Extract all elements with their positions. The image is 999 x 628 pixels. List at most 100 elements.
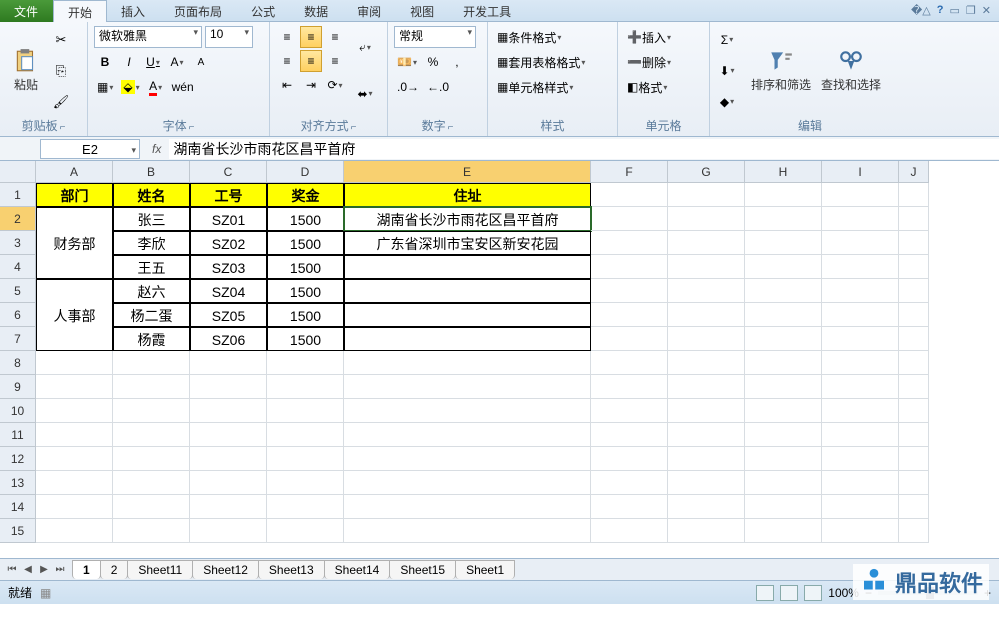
cell-H13[interactable] bbox=[745, 471, 822, 495]
sheet-tab-Sheet14[interactable]: Sheet14 bbox=[324, 560, 391, 579]
cell-F6[interactable] bbox=[591, 303, 668, 327]
col-header-G[interactable]: G bbox=[668, 161, 745, 183]
align-top-icon[interactable]: ≡ bbox=[276, 26, 298, 48]
cell-I5[interactable] bbox=[822, 279, 899, 303]
cell-J6[interactable] bbox=[899, 303, 929, 327]
tab-nav-prev-icon[interactable]: ◀ bbox=[20, 564, 36, 575]
cut-icon[interactable]: ✂ bbox=[50, 30, 72, 50]
border-button[interactable]: ▦ bbox=[94, 76, 116, 98]
cell-D9[interactable] bbox=[267, 375, 344, 399]
cell-B8[interactable] bbox=[113, 351, 190, 375]
cell-A11[interactable] bbox=[36, 423, 113, 447]
cell-style-button[interactable]: ▦ 单元格样式 bbox=[494, 76, 576, 98]
row-header-1[interactable]: 1 bbox=[0, 183, 36, 207]
row-header-15[interactable]: 15 bbox=[0, 519, 36, 543]
cell-D3[interactable]: 1500 bbox=[267, 231, 344, 255]
format-cells-button[interactable]: ◧ 格式 bbox=[624, 76, 670, 98]
number-format-select[interactable]: 常规 bbox=[394, 26, 476, 48]
cell-E6[interactable] bbox=[344, 303, 591, 327]
cell-F12[interactable] bbox=[591, 447, 668, 471]
cell-H7[interactable] bbox=[745, 327, 822, 351]
cell-F3[interactable] bbox=[591, 231, 668, 255]
cell-A10[interactable] bbox=[36, 399, 113, 423]
cell-C15[interactable] bbox=[190, 519, 267, 543]
tab-view[interactable]: 视图 bbox=[396, 0, 449, 22]
cell-J13[interactable] bbox=[899, 471, 929, 495]
cell-I10[interactable] bbox=[822, 399, 899, 423]
cell-E14[interactable] bbox=[344, 495, 591, 519]
cell-C3[interactable]: SZ02 bbox=[190, 231, 267, 255]
sheet-tab-Sheet1[interactable]: Sheet1 bbox=[455, 560, 515, 579]
cell-D5[interactable]: 1500 bbox=[267, 279, 344, 303]
cell-I2[interactable] bbox=[822, 207, 899, 231]
cell-A8[interactable] bbox=[36, 351, 113, 375]
italic-button[interactable]: I bbox=[118, 51, 140, 73]
cell-J11[interactable] bbox=[899, 423, 929, 447]
tab-nav-first-icon[interactable]: ⏮ bbox=[4, 564, 20, 575]
cell-C6[interactable]: SZ05 bbox=[190, 303, 267, 327]
cell-J12[interactable] bbox=[899, 447, 929, 471]
cell-E11[interactable] bbox=[344, 423, 591, 447]
cell-J4[interactable] bbox=[899, 255, 929, 279]
cell-H5[interactable] bbox=[745, 279, 822, 303]
cell-D2[interactable]: 1500 bbox=[267, 207, 344, 231]
cell-H14[interactable] bbox=[745, 495, 822, 519]
increase-indent-icon[interactable]: ⇥ bbox=[300, 74, 322, 96]
cell-F5[interactable] bbox=[591, 279, 668, 303]
cell-C13[interactable] bbox=[190, 471, 267, 495]
col-header-E[interactable]: E bbox=[344, 161, 591, 183]
cell-A2[interactable]: 财务部 bbox=[36, 207, 113, 279]
row-header-2[interactable]: 2 bbox=[0, 207, 36, 231]
cell-B10[interactable] bbox=[113, 399, 190, 423]
sheet-tab-Sheet12[interactable]: Sheet12 bbox=[192, 560, 259, 579]
cell-E9[interactable] bbox=[344, 375, 591, 399]
cell-B4[interactable]: 王五 bbox=[113, 255, 190, 279]
col-header-B[interactable]: B bbox=[113, 161, 190, 183]
view-pagebreak-icon[interactable] bbox=[804, 585, 822, 601]
font-name-select[interactable]: 微软雅黑 bbox=[94, 26, 202, 48]
cell-D7[interactable]: 1500 bbox=[267, 327, 344, 351]
cell-B2[interactable]: 张三 bbox=[113, 207, 190, 231]
row-header-10[interactable]: 10 bbox=[0, 399, 36, 423]
cell-D4[interactable]: 1500 bbox=[267, 255, 344, 279]
cell-I1[interactable] bbox=[822, 183, 899, 207]
row-header-8[interactable]: 8 bbox=[0, 351, 36, 375]
cell-A9[interactable] bbox=[36, 375, 113, 399]
phonetic-button[interactable]: wén bbox=[169, 76, 197, 98]
tab-nav-next-icon[interactable]: ▶ bbox=[36, 564, 52, 575]
tab-layout[interactable]: 页面布局 bbox=[160, 0, 237, 22]
cell-H1[interactable] bbox=[745, 183, 822, 207]
decrease-decimal-icon[interactable]: ←.0 bbox=[424, 76, 452, 98]
align-bottom-icon[interactable]: ≡ bbox=[324, 26, 346, 48]
tab-nav-last-icon[interactable]: ⏭ bbox=[52, 564, 68, 575]
cell-H10[interactable] bbox=[745, 399, 822, 423]
view-normal-icon[interactable] bbox=[756, 585, 774, 601]
col-header-A[interactable]: A bbox=[36, 161, 113, 183]
cell-G6[interactable] bbox=[668, 303, 745, 327]
cell-G5[interactable] bbox=[668, 279, 745, 303]
cell-E15[interactable] bbox=[344, 519, 591, 543]
cell-J14[interactable] bbox=[899, 495, 929, 519]
select-all-corner[interactable] bbox=[0, 161, 36, 183]
cell-B3[interactable]: 李欣 bbox=[113, 231, 190, 255]
cell-C8[interactable] bbox=[190, 351, 267, 375]
cell-G8[interactable] bbox=[668, 351, 745, 375]
tab-file[interactable]: 文件 bbox=[0, 0, 53, 22]
cell-E7[interactable] bbox=[344, 327, 591, 351]
cell-D14[interactable] bbox=[267, 495, 344, 519]
cell-H12[interactable] bbox=[745, 447, 822, 471]
cell-A5[interactable]: 人事部 bbox=[36, 279, 113, 351]
cell-E13[interactable] bbox=[344, 471, 591, 495]
comma-icon[interactable]: , bbox=[446, 51, 468, 73]
col-header-F[interactable]: F bbox=[591, 161, 668, 183]
format-painter-icon[interactable]: 🖌 bbox=[50, 92, 72, 112]
minimize-icon[interactable]: ▭ bbox=[950, 4, 960, 17]
copy-icon[interactable]: ⎘ bbox=[50, 61, 72, 81]
cell-H15[interactable] bbox=[745, 519, 822, 543]
cell-I6[interactable] bbox=[822, 303, 899, 327]
align-middle-icon[interactable]: ≡ bbox=[300, 26, 322, 48]
cell-I12[interactable] bbox=[822, 447, 899, 471]
cell-C5[interactable]: SZ04 bbox=[190, 279, 267, 303]
cell-F4[interactable] bbox=[591, 255, 668, 279]
grow-font-button[interactable]: A bbox=[166, 51, 188, 73]
